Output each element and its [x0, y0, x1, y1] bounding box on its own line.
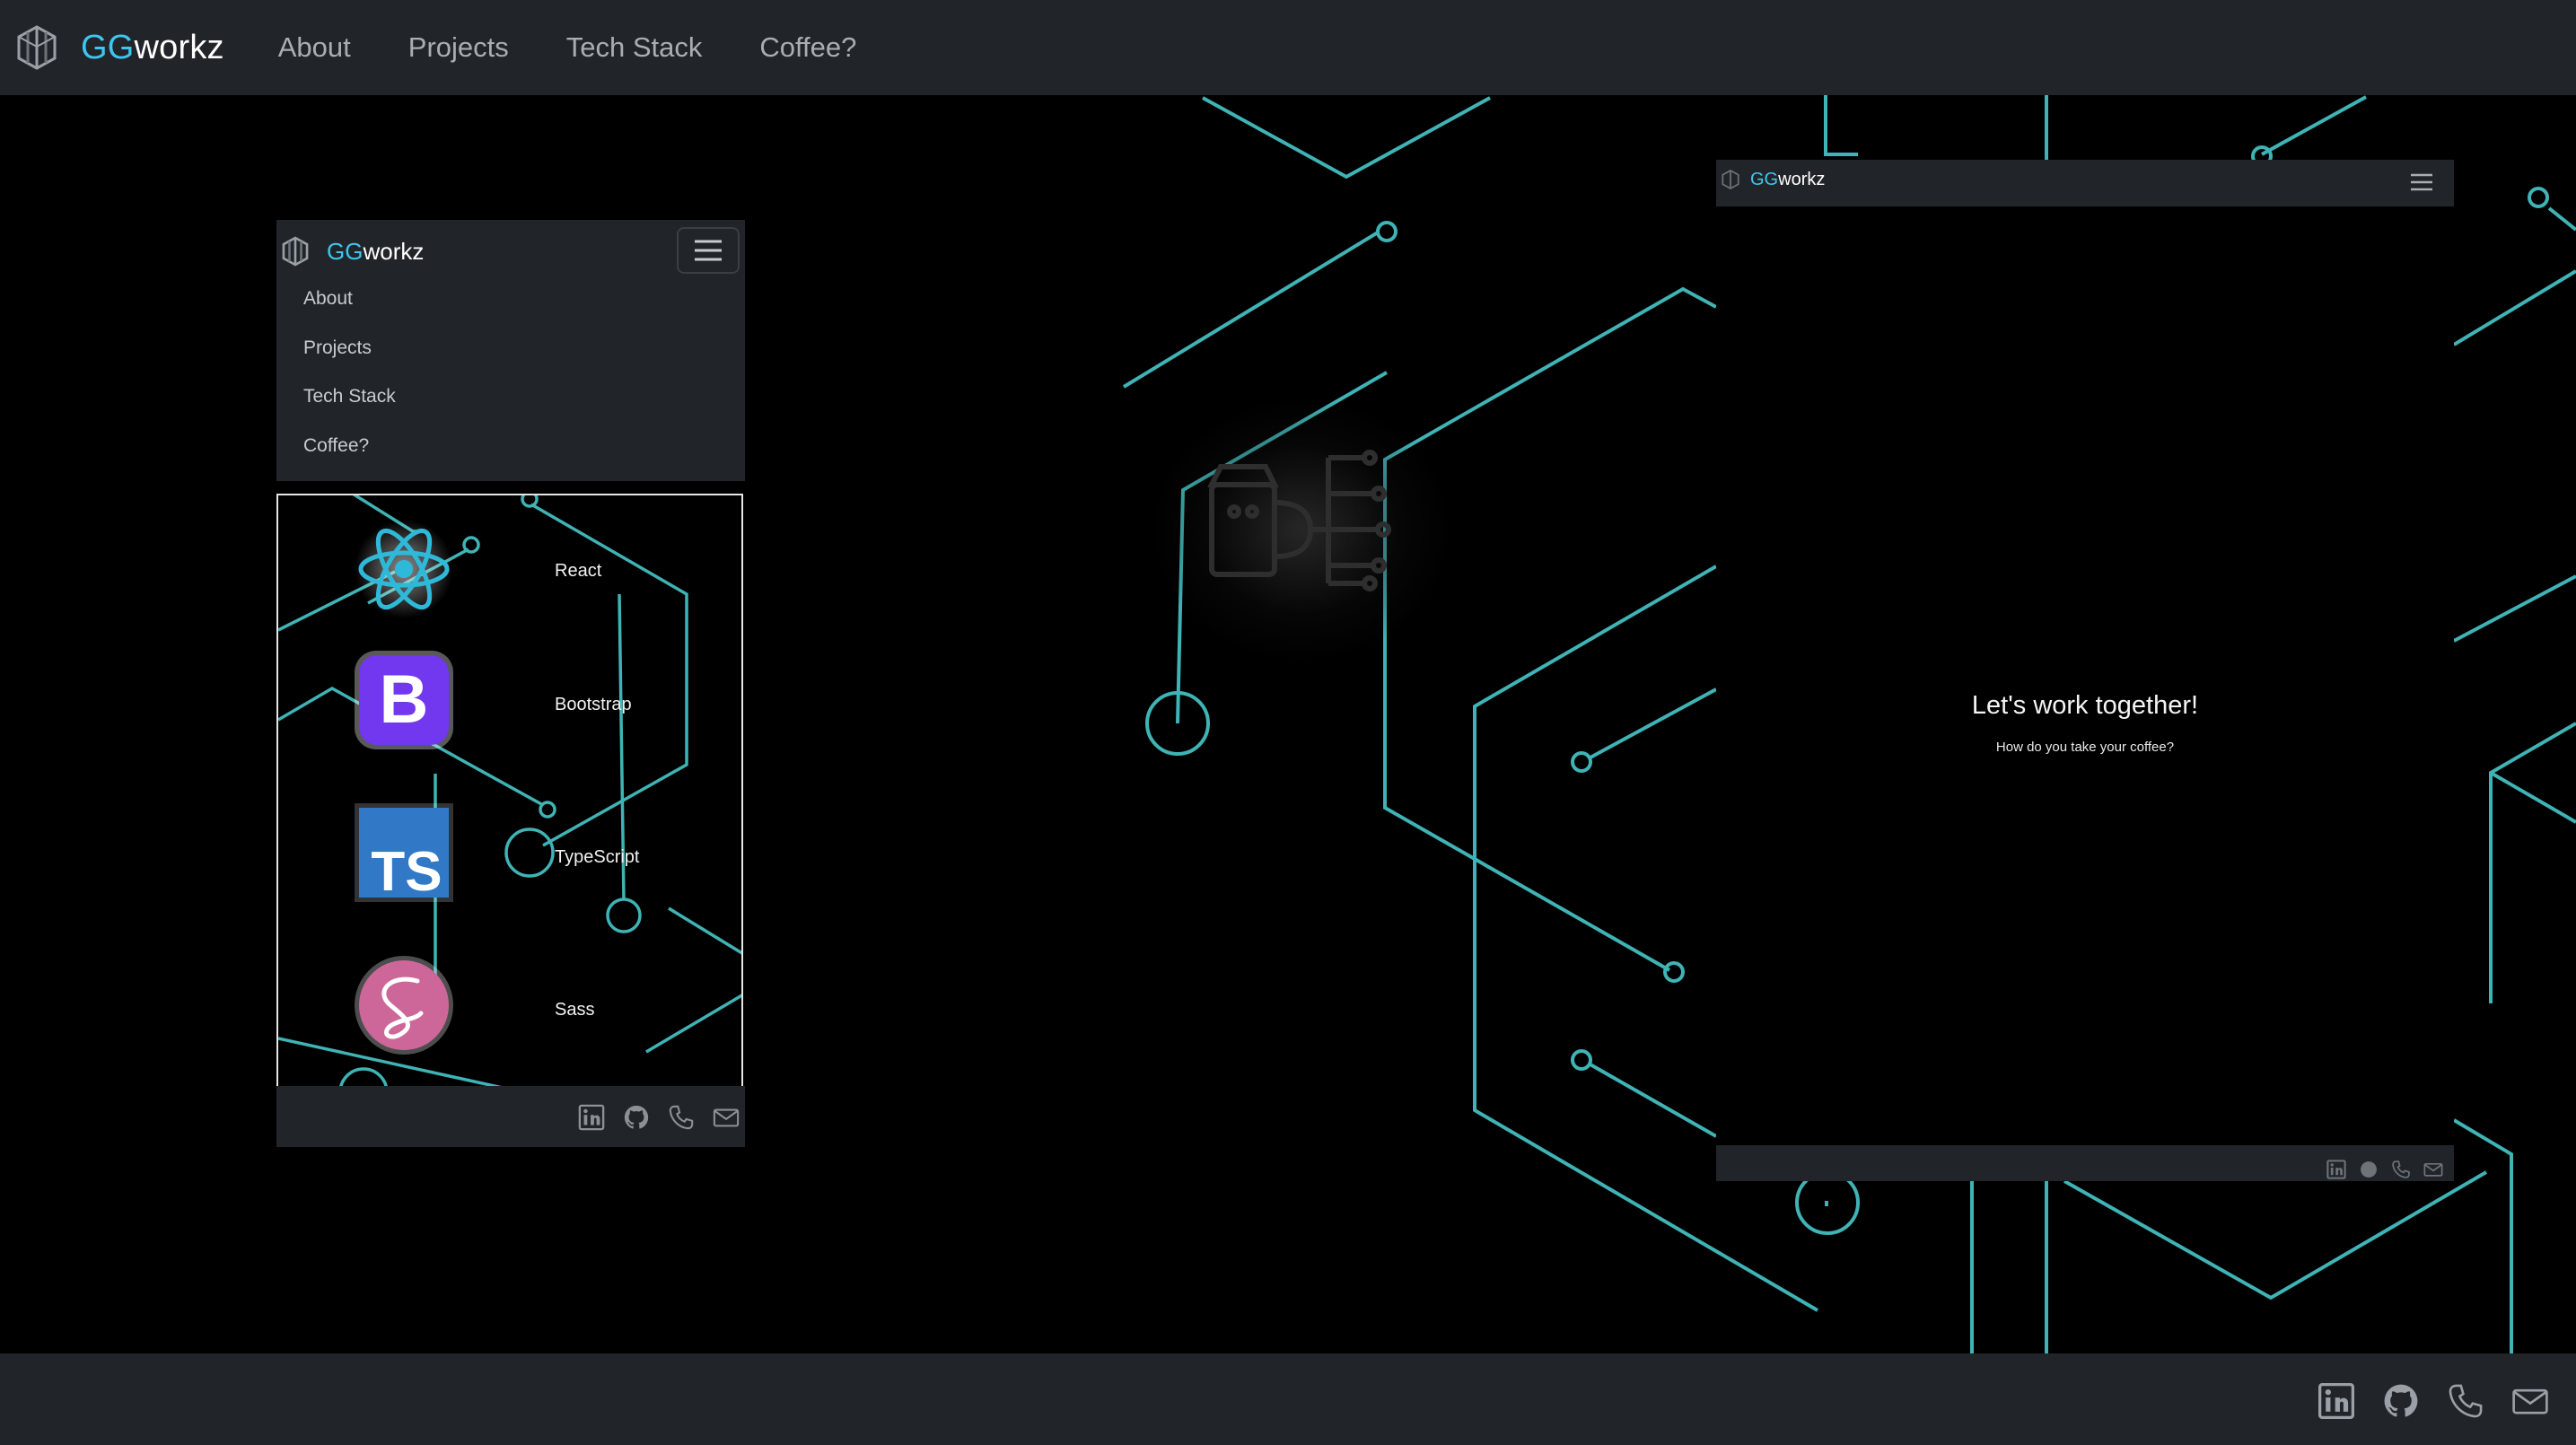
desktop-preview-brand-link[interactable]: GGworkz [1722, 169, 1825, 190]
github-icon[interactable] [2359, 1160, 2379, 1179]
github-icon[interactable] [2382, 1382, 2420, 1420]
phone-icon[interactable] [2447, 1382, 2484, 1420]
linkedin-icon[interactable] [2326, 1160, 2346, 1179]
desktop-preview-brand-workz: workz [1778, 169, 1826, 189]
tech-label-bootstrap: Bootstrap [555, 695, 632, 714]
mobile-menu: About Projects Tech Stack Coffee? [303, 288, 396, 484]
tech-item-bootstrap: B Bootstrap [278, 648, 741, 783]
mobile-footer [276, 1086, 745, 1147]
coffee-headline: Let's work together! [1971, 691, 2199, 720]
tech-label-react: React [555, 561, 602, 581]
nav-about[interactable]: About [278, 31, 351, 64]
mobile-brand-gg: GG [327, 237, 364, 265]
bootstrap-icon: B [355, 651, 453, 749]
mobile-menu-tech-stack[interactable]: Tech Stack [303, 386, 396, 435]
desktop-preview-brand-gg: GG [1750, 169, 1779, 189]
tech-item-react: React [278, 495, 741, 630]
email-icon[interactable] [2511, 1382, 2549, 1420]
brand-link[interactable]: GGworkz [16, 25, 224, 70]
hamburger-icon[interactable] [2409, 171, 2434, 194]
svg-text:TS: TS [371, 841, 442, 902]
nav-projects[interactable]: Projects [408, 31, 509, 64]
mobile-footer-icons [578, 1104, 740, 1131]
mobile-preview: GGworkz About Projects Tech Stack Coffee… [276, 220, 745, 1147]
desktop-preview: GGworkz Let's work together! How do you … [1716, 160, 2454, 1181]
footer-social-icons [2318, 1382, 2549, 1420]
nav-links: About Projects Tech Stack Coffee? [278, 31, 915, 64]
cube-logo-icon [282, 236, 309, 267]
desktop-preview-navbar: GGworkz [1716, 160, 2454, 206]
phone-icon[interactable] [668, 1104, 695, 1131]
desktop-preview-footer [1716, 1145, 2454, 1181]
coffee-circuit-icon [1207, 450, 1391, 591]
tech-label-typescript: TypeScript [555, 847, 640, 867]
mobile-brand-name: GGworkz [327, 238, 424, 266]
linkedin-icon[interactable] [578, 1104, 605, 1131]
react-icon [355, 520, 453, 618]
mobile-tech-stack-screen: React B Bootstrap TS TypeScript Sass [276, 494, 743, 1086]
top-navbar: GGworkz About Projects Tech Stack Coffee… [0, 0, 2576, 95]
svg-text:B: B [380, 661, 429, 738]
coffee-subtext[interactable]: How do you take your coffee? [1716, 740, 2454, 755]
mobile-navbar: GGworkz About Projects Tech Stack Coffee… [276, 220, 745, 481]
sass-icon [355, 956, 453, 1055]
desktop-preview-brand-name: GGworkz [1750, 170, 1825, 190]
page-footer [0, 1353, 2576, 1445]
github-icon[interactable] [623, 1104, 650, 1131]
mobile-menu-coffee[interactable]: Coffee? [303, 435, 396, 485]
tech-label-sass: Sass [555, 1000, 595, 1020]
desktop-preview-screen: Let's work together! How do you take you… [1716, 206, 2454, 1145]
email-icon[interactable] [713, 1104, 740, 1131]
nav-tech-stack[interactable]: Tech Stack [566, 31, 703, 64]
desktop-preview-footer-icons [2326, 1160, 2443, 1179]
tech-item-typescript: TS TypeScript [278, 801, 741, 935]
phone-icon[interactable] [2391, 1160, 2411, 1179]
linkedin-icon[interactable] [2318, 1382, 2355, 1420]
nav-coffee[interactable]: Coffee? [759, 31, 856, 64]
hamburger-icon [695, 240, 722, 261]
brand-workz: workz [134, 28, 224, 66]
tech-item-sass: Sass [278, 953, 741, 1086]
mobile-menu-projects[interactable]: Projects [303, 337, 396, 387]
brand-gg: GG [81, 28, 135, 66]
mobile-menu-toggle-button[interactable] [677, 227, 740, 274]
typescript-icon: TS [355, 803, 453, 902]
brand-name: GGworkz [81, 29, 224, 67]
mobile-brand-link[interactable]: GGworkz [282, 236, 424, 267]
cube-logo-icon [17, 25, 57, 70]
mobile-menu-about[interactable]: About [303, 288, 396, 337]
mobile-brand-workz: workz [363, 237, 425, 265]
email-icon[interactable] [2423, 1160, 2443, 1179]
cube-logo-icon [1722, 170, 1739, 189]
